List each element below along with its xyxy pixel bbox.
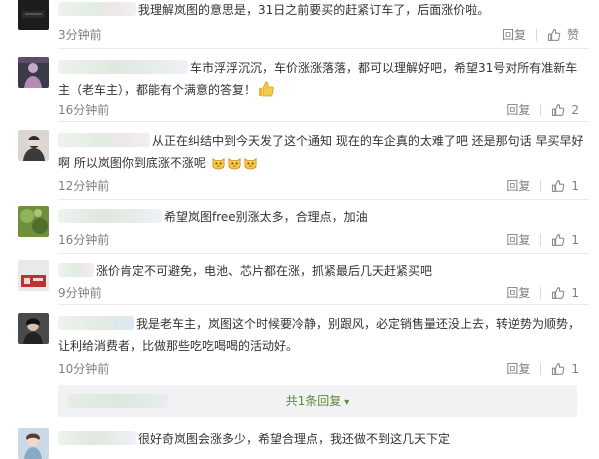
comment-meta: 10分钟前 回复 1 (58, 361, 587, 377)
comment-divider (58, 121, 589, 122)
blurred-username[interactable] (58, 263, 94, 277)
cat-face-icon (244, 158, 257, 170)
comment-actions: 回复 赞 (502, 27, 579, 43)
avatar[interactable] (18, 260, 49, 291)
comment-text: 从正在纠结中到今天发了这个通知 现在的车企真的太难了吧 还是那句话 早买早好啊 … (58, 133, 584, 170)
comment-text: 希望岚图free别涨太多，合理点，加油 (58, 206, 587, 228)
comment-actions: 回复 1 (506, 361, 579, 377)
cat-emoji-icons (206, 156, 258, 170)
comment-time: 16分钟前 (58, 103, 110, 117)
thumbs-up-icon (552, 180, 565, 193)
comment-text: 我是老车主，岚图这个时候要冷静，别跟风，必定销售量还没上去，转逆势为顺势，让利给… (58, 316, 581, 353)
like-button[interactable]: 赞 (547, 27, 579, 43)
like-button[interactable]: 1 (551, 178, 579, 194)
comment-text: 车市浮浮沉沉，车价涨涨落落，都可以理解好吧，希望31号对所有准新车主（老车主），… (58, 60, 578, 97)
reply-button[interactable]: 回复 (506, 232, 530, 248)
cat-face-icon (212, 158, 225, 170)
comment-actions: 回复 1 (506, 285, 579, 301)
reply-button[interactable]: 回复 (506, 285, 530, 301)
comment-meta: 12分钟前 回复 1 (58, 178, 587, 194)
avatar[interactable] (18, 57, 49, 88)
comment-actions: 回复 1 (506, 178, 579, 194)
thumbs-up-icon (552, 104, 565, 117)
like-count: 1 (571, 362, 579, 376)
thumbs-up-emoji-icon (259, 81, 274, 97)
comment-meta: 9分钟前 回复 1 (58, 285, 587, 301)
like-count: 1 (571, 286, 579, 300)
comment-divider (58, 253, 589, 254)
thumbs-up-icon (552, 287, 565, 300)
comment-meta: 16分钟前 回复 2 (58, 102, 587, 118)
like-button[interactable]: 1 (551, 285, 579, 301)
comment-actions: 回复 1 (506, 232, 579, 248)
comment-list: 我理解岚图的意思是，31日之前要买的赶紧订车了，后面涨价啦。 3分钟前 回复 赞… (0, 0, 599, 459)
like-button[interactable]: 1 (551, 361, 579, 377)
avatar[interactable] (18, 206, 49, 237)
comment-meta: 16分钟前 回复 1 (58, 232, 587, 248)
comment-time: 9分钟前 (58, 286, 102, 300)
avatar[interactable] (18, 428, 49, 459)
comment-actions: 回复 2 (506, 102, 579, 118)
blurred-username[interactable] (58, 209, 162, 223)
avatar[interactable] (18, 313, 49, 344)
comment-time: 16分钟前 (58, 233, 110, 247)
comment-divider (58, 199, 589, 200)
like-count: 1 (571, 233, 579, 247)
thumbs-up-icon (552, 363, 565, 376)
comment-meta: 3分钟前 回复 赞 (58, 27, 587, 43)
thumbs-up-icon (547, 29, 561, 42)
like-label: 赞 (566, 28, 579, 42)
comment-divider (58, 304, 589, 305)
chevron-down-icon: ▾ (344, 397, 350, 408)
comment-text: 涨价肯定不可避免，电池、芯片都在涨，抓紧最后几天赶紧买吧 (58, 260, 587, 282)
blurred-username[interactable] (58, 2, 136, 16)
comment-time: 12分钟前 (58, 179, 110, 193)
avatar[interactable] (18, 130, 49, 161)
comment-time: 3分钟前 (58, 28, 102, 42)
reply-button[interactable]: 回复 (506, 178, 530, 194)
cat-face-icon (228, 158, 241, 170)
reply-button[interactable]: 回复 (502, 27, 526, 43)
comment-divider (58, 48, 589, 49)
like-button[interactable]: 2 (551, 102, 579, 118)
view-replies-link[interactable]: 共1条回复 ▾ (58, 385, 577, 419)
comment-text: 我理解岚图的意思是，31日之前要买的赶紧订车了，后面涨价啦。 (58, 0, 587, 21)
action-divider (540, 363, 542, 375)
action-divider (540, 287, 542, 299)
action-divider (540, 234, 542, 246)
avatar[interactable] (18, 0, 49, 30)
reply-button[interactable]: 回复 (506, 102, 530, 118)
like-button[interactable]: 1 (551, 232, 579, 248)
blurred-username[interactable] (58, 431, 136, 445)
blurred-username[interactable] (58, 133, 150, 147)
thumbs-up-icon (552, 234, 565, 247)
comment-text: 很好奇岚图会涨多少，希望合理点，我还做不到这几天下定 (58, 428, 587, 450)
reply-button[interactable]: 回复 (506, 361, 530, 377)
action-divider (535, 29, 537, 41)
blurred-username[interactable] (58, 60, 188, 74)
comment-time: 10分钟前 (58, 362, 110, 376)
like-count: 1 (571, 179, 579, 193)
action-divider (540, 180, 542, 192)
action-divider (540, 104, 542, 116)
blurred-username[interactable] (58, 316, 134, 330)
more-replies-box: 共1条回复 ▾ (58, 385, 577, 417)
like-count: 2 (571, 103, 579, 117)
